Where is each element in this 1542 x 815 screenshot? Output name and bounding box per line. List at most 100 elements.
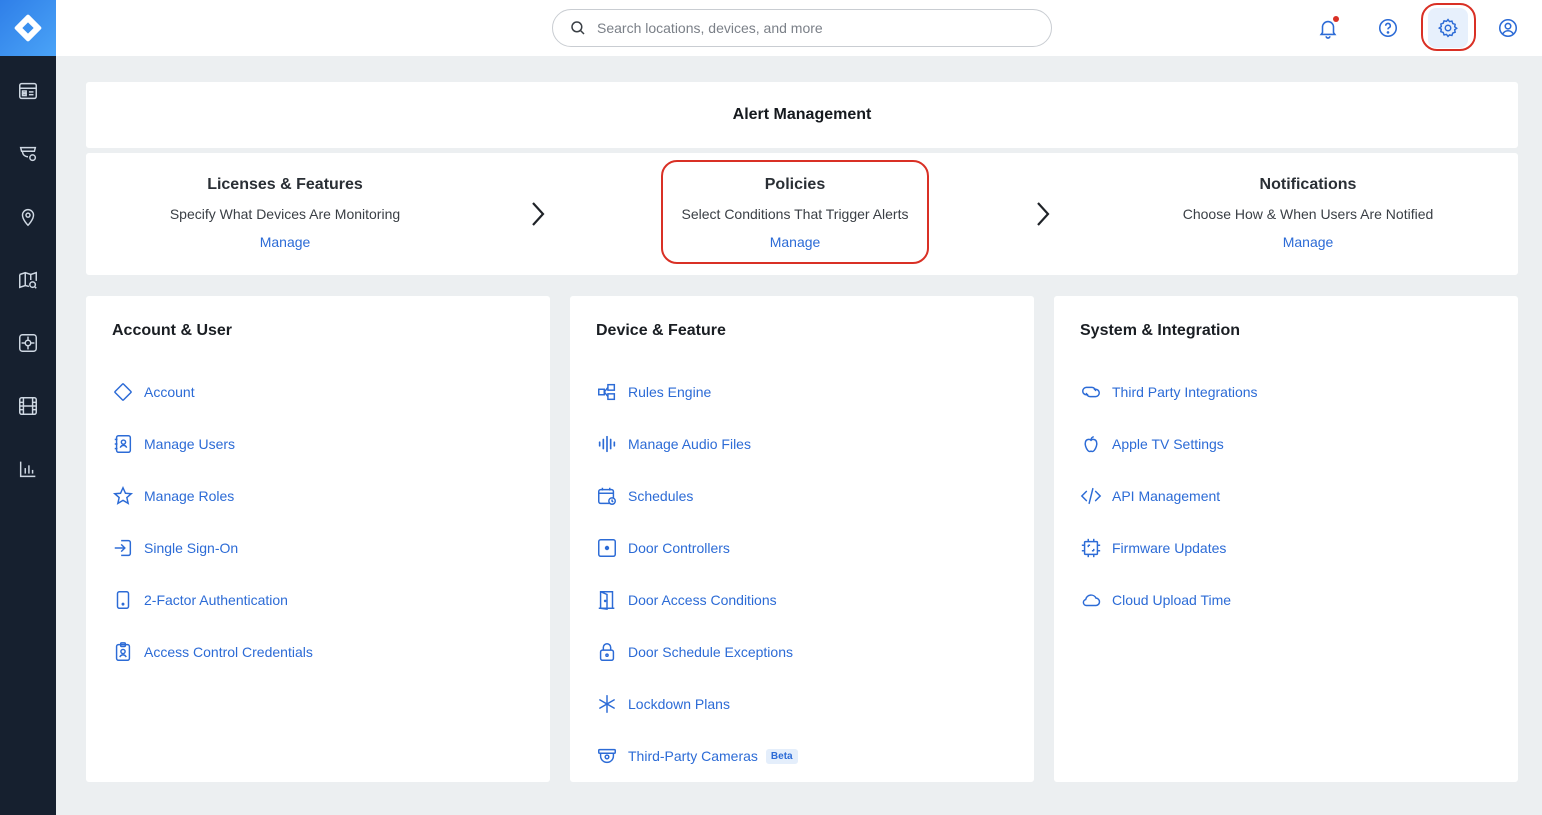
link-label: Third-Party Cameras <box>628 748 758 764</box>
map-search-icon <box>19 271 37 289</box>
sign-in-icon <box>114 539 132 557</box>
link-label: Apple TV Settings <box>1112 436 1224 452</box>
link-label: Account <box>144 384 195 400</box>
device-feature-list: Rules Engine Manage Audio Files Schedule… <box>596 366 798 782</box>
chevron-right-icon <box>1037 202 1050 226</box>
chip-icon <box>1081 538 1101 558</box>
alert-management-steps: Licenses & Features Specify What Devices… <box>86 153 1518 275</box>
notifications-button[interactable] <box>1308 8 1348 48</box>
rail-cameras[interactable] <box>0 134 56 174</box>
audio-icon <box>598 435 616 453</box>
settings-link-third-party-integrations[interactable]: Third Party Integrations <box>1080 366 1258 418</box>
settings-link-2fa[interactable]: 2-Factor Authentication <box>112 574 313 626</box>
settings-link-audio-files[interactable]: Manage Audio Files <box>596 418 798 470</box>
rail-dashboard[interactable] <box>0 71 56 111</box>
settings-link-lockdown-plans[interactable]: Lockdown Plans <box>596 678 798 730</box>
settings-link-door-schedule-exceptions[interactable]: Door Schedule Exceptions <box>596 626 798 678</box>
code-icon <box>1080 487 1102 505</box>
step-description: Choose How & When Users Are Notified <box>1182 206 1434 222</box>
asterisk-icon <box>599 695 615 713</box>
settings-link-door-controllers[interactable]: Door Controllers <box>596 522 798 574</box>
settings-link-sso[interactable]: Single Sign-On <box>112 522 313 574</box>
door-icon <box>598 591 615 611</box>
app-logo[interactable] <box>0 0 56 56</box>
help-icon <box>1378 18 1398 38</box>
access-control-icon <box>19 334 37 352</box>
lock-icon <box>599 643 615 661</box>
step-description: Specify What Devices Are Monitoring <box>169 206 401 222</box>
step-notifications: Notifications Choose How & When Users Ar… <box>1108 153 1508 275</box>
card-title: Device & Feature <box>596 322 726 339</box>
rail-access[interactable] <box>0 323 56 363</box>
search-box[interactable] <box>552 9 1052 47</box>
left-nav-rail <box>0 0 56 815</box>
link-label: Door Schedule Exceptions <box>628 644 793 660</box>
settings-button[interactable] <box>1428 8 1468 48</box>
settings-link-cloud-upload-time[interactable]: Cloud Upload Time <box>1080 574 1258 626</box>
settings-link-apple-tv[interactable]: Apple TV Settings <box>1080 418 1258 470</box>
link-label: Rules Engine <box>628 384 712 400</box>
rules-icon <box>598 383 616 401</box>
settings-link-door-access-conditions[interactable]: Door Access Conditions <box>596 574 798 626</box>
step-title: Notifications <box>1259 176 1357 193</box>
notifications-manage-link[interactable]: Manage <box>1108 234 1508 250</box>
rail-analytics[interactable] <box>0 449 56 489</box>
beta-badge: Beta <box>765 748 798 764</box>
link-icon <box>1082 386 1100 398</box>
settings-link-third-party-cameras[interactable]: Third-Party Cameras Beta <box>596 730 798 782</box>
step-title: Policies <box>764 176 826 193</box>
search-input[interactable] <box>597 20 1037 36</box>
phone-icon <box>116 591 130 609</box>
step-licenses-features: Licenses & Features Specify What Devices… <box>86 153 484 275</box>
logo-icon <box>14 14 42 42</box>
link-label: Cloud Upload Time <box>1112 592 1232 608</box>
settings-link-firmware-updates[interactable]: Firmware Updates <box>1080 522 1258 574</box>
settings-link-rules-engine[interactable]: Rules Engine <box>596 366 798 418</box>
settings-link-access-credentials[interactable]: Access Control Credentials <box>112 626 313 678</box>
account-user-list: Account Manage Users Manage Roles Single… <box>112 366 313 678</box>
account-user-card: Account & User Account Manage Users Mana… <box>86 296 550 782</box>
link-label: Manage Users <box>144 436 236 452</box>
rail-maps[interactable] <box>0 260 56 300</box>
users-icon <box>114 435 132 453</box>
system-integration-card: System & Integration Third Party Integra… <box>1054 296 1518 782</box>
link-label: Manage Audio Files <box>628 436 751 452</box>
card-title: System & Integration <box>1080 322 1241 339</box>
user-circle-icon <box>1498 18 1518 38</box>
alert-management-title: Alert Management <box>86 82 1518 148</box>
settings-link-manage-roles[interactable]: Manage Roles <box>112 470 313 522</box>
settings-link-api-management[interactable]: API Management <box>1080 470 1258 522</box>
help-button[interactable] <box>1368 8 1408 48</box>
link-label: API Management <box>1112 488 1221 504</box>
dashboard-icon <box>19 82 37 100</box>
link-label: Single Sign-On <box>144 540 239 556</box>
film-icon <box>19 397 37 415</box>
settings-link-schedules[interactable]: Schedules <box>596 470 798 522</box>
cloud-icon <box>1082 594 1101 607</box>
camera-icon <box>598 748 616 764</box>
link-label: Third Party Integrations <box>1112 384 1258 400</box>
card-title: Account & User <box>112 322 233 339</box>
link-label: Access Control Credentials <box>144 644 313 660</box>
system-integration-list: Third Party Integrations Apple TV Settin… <box>1080 366 1258 626</box>
policies-manage-link[interactable]: Manage <box>661 234 929 250</box>
rail-footage[interactable] <box>0 386 56 426</box>
location-pin-icon <box>21 209 35 227</box>
profile-button[interactable] <box>1488 8 1528 48</box>
licenses-manage-link[interactable]: Manage <box>86 234 484 250</box>
link-label: 2-Factor Authentication <box>144 592 288 608</box>
top-bar <box>56 0 1542 56</box>
link-label: Lockdown Plans <box>628 696 730 712</box>
link-label: Manage Roles <box>144 488 235 504</box>
calendar-icon <box>598 487 616 505</box>
rail-locations[interactable] <box>0 197 56 237</box>
settings-link-manage-users[interactable]: Manage Users <box>112 418 313 470</box>
notification-dot <box>1333 16 1339 22</box>
step-policies: Policies Select Conditions That Trigger … <box>661 153 929 275</box>
search-icon <box>571 21 585 35</box>
step-title: Licenses & Features <box>207 176 363 193</box>
bar-chart-icon <box>19 461 36 478</box>
link-label: Schedules <box>628 488 694 504</box>
settings-link-account[interactable]: Account <box>112 366 313 418</box>
link-label: Door Controllers <box>628 540 730 556</box>
